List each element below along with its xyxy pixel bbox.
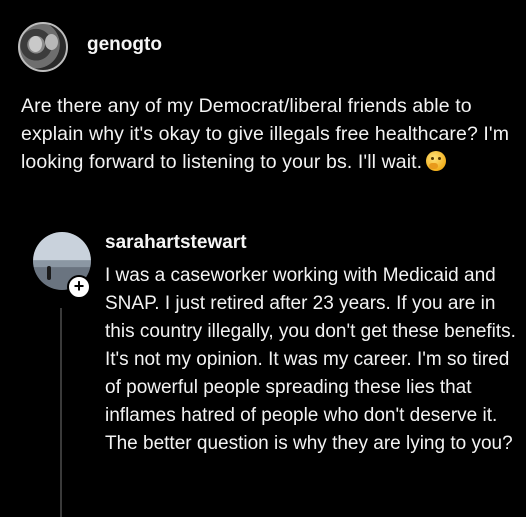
reply-author-username[interactable]: sarahartstewart bbox=[105, 232, 247, 254]
avatar-photo-detail bbox=[29, 36, 42, 52]
avatar-photo-detail bbox=[45, 34, 58, 50]
thread-connector-line bbox=[60, 308, 62, 517]
post-author-avatar[interactable] bbox=[18, 22, 68, 72]
thinking-face-emoji-icon bbox=[426, 151, 447, 171]
avatar-photo-detail bbox=[47, 266, 51, 280]
follow-plus-icon[interactable]: + bbox=[67, 275, 91, 299]
post-author-username[interactable]: genogto bbox=[87, 34, 162, 56]
reply-body-text: I was a caseworker working with Medicaid… bbox=[105, 265, 516, 454]
post-body: Are there any of my Democrat/liberal fri… bbox=[21, 92, 511, 176]
